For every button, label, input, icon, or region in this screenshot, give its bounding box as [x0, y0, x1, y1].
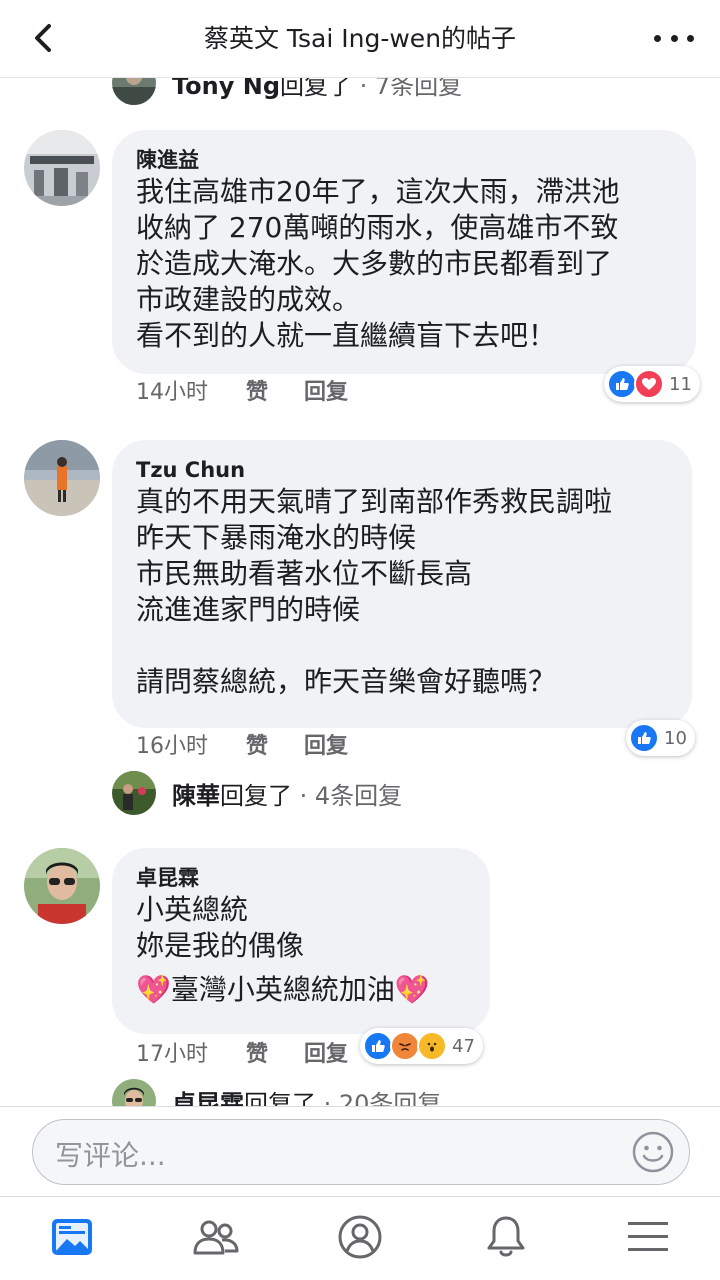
reply-count: · 4条回复 — [292, 781, 403, 810]
comment-author[interactable]: 卓昆霖 — [136, 864, 466, 892]
reaction-count: 11 — [669, 373, 692, 395]
comment-text-line: 小英總統 — [136, 893, 249, 926]
comment-time: 17小时 — [136, 1042, 208, 1067]
reply-author: 陳華 — [172, 781, 220, 810]
like-button[interactable]: 赞 — [246, 378, 304, 408]
more-options-button[interactable] — [654, 26, 694, 50]
reaction-count: 10 — [664, 727, 687, 749]
avatar[interactable] — [112, 1079, 156, 1106]
reply-button[interactable]: 回复 — [304, 378, 348, 408]
more-horizontal-icon — [654, 34, 661, 42]
reply-label: 回复了 — [244, 1089, 316, 1107]
comment-text-line: 收納了 270萬噸的雨水，使高雄市不致 — [136, 211, 619, 244]
comment-bubble[interactable]: Tzu Chun 真的不用天氣晴了到南部作秀救民調啦 昨天下暴雨淹水的時候 市民… — [112, 440, 692, 728]
comment-actions: 14小时 赞 回复 — [136, 378, 348, 408]
reply-summary-text[interactable]: Tony Ng回复了 · 7条回复 — [172, 78, 462, 101]
friends-icon — [193, 1220, 239, 1255]
reply-count: · 20条回复 — [316, 1089, 442, 1107]
comment-text-line: 我住高雄市20年了，這次大雨，滯洪池 — [136, 175, 620, 208]
comment-text-line: 昨天下暴雨淹水的時候 — [136, 521, 417, 554]
comment-bubble[interactable]: 卓昆霖 小英總統 妳是我的偶像 💖臺灣小英總統加油💖 — [112, 848, 490, 1034]
comment-time: 14小时 — [136, 380, 208, 405]
comment-author[interactable]: Tzu Chun — [136, 456, 668, 484]
reply-label: 回复了 — [220, 781, 292, 810]
comment-text-line: 妳是我的偶像 — [136, 929, 305, 962]
reaction-summary[interactable]: 11 — [604, 366, 700, 402]
comment-text-line: 看不到的人就一直繼續盲下去吧！ — [136, 319, 557, 352]
reply-summary[interactable]: 陳華回复了 · 4条回复 — [112, 770, 402, 816]
reply-label: 回复了 — [280, 78, 353, 100]
avatar[interactable] — [112, 78, 156, 105]
like-button[interactable]: 赞 — [246, 1040, 304, 1070]
bottom-navigation — [0, 1196, 720, 1280]
reaction-count: 47 — [452, 1035, 475, 1057]
comment-bubble[interactable]: 陳進益 我住高雄市20年了，這次大雨，滯洪池 收納了 270萬噸的雨水，使高雄市… — [112, 130, 696, 374]
emoji-button[interactable] — [631, 1130, 675, 1174]
nav-notifications[interactable] — [482, 1213, 530, 1261]
notifications-icon — [487, 1216, 525, 1257]
comment-text-line: 市民無助看著水位不斷長高 — [136, 557, 473, 590]
like-reaction-icon — [363, 1031, 393, 1061]
profile-icon — [338, 1215, 382, 1259]
comment-text-line: 流進進家門的時候 — [136, 593, 361, 626]
reply-button[interactable]: 回复 — [304, 1040, 348, 1070]
like-reaction-icon — [607, 369, 637, 399]
comment-placeholder: 写评论... — [55, 1139, 166, 1172]
comment-text-line: 真的不用天氣晴了到南部作秀救民調啦 — [136, 485, 613, 518]
comment-text-line: 於造成大淹水。大多數的市民都看到了 — [136, 247, 613, 280]
comment-text-line: 💖臺灣小英總統加油💖 — [136, 973, 430, 1006]
like-reaction-icon — [629, 723, 659, 753]
angry-reaction-icon — [390, 1031, 420, 1061]
reply-summary[interactable]: 卓昆霖回复了 · 20条回复 — [112, 1078, 441, 1106]
reply-summary-text[interactable]: 陳華回复了 · 4条回复 — [172, 776, 402, 811]
avatar[interactable] — [24, 130, 100, 206]
chevron-left-icon — [35, 24, 51, 52]
reply-count: · 7条回复 — [352, 78, 463, 100]
comment-text-line: 市政建設的成效。 — [136, 283, 361, 316]
reply-button[interactable]: 回复 — [304, 732, 348, 762]
nav-news-feed[interactable] — [48, 1213, 96, 1261]
nav-friends[interactable] — [192, 1213, 240, 1261]
comment-actions: 16小时 赞 回复 — [136, 732, 348, 762]
reaction-summary[interactable]: 47 — [360, 1028, 483, 1064]
comment-composer: 写评论... — [0, 1106, 720, 1196]
like-button[interactable]: 赞 — [246, 732, 304, 762]
more-dot — [687, 34, 694, 42]
more-dot — [670, 34, 678, 42]
menu-icon — [628, 1222, 668, 1251]
nav-menu[interactable] — [624, 1213, 672, 1261]
nav-profile[interactable] — [336, 1213, 384, 1261]
page-title: 蔡英文 Tsai Ing-wen的帖子 — [203, 24, 517, 53]
comment-actions: 17小时 赞 回复 — [136, 1040, 348, 1070]
avatar[interactable] — [24, 440, 100, 516]
comment-time: 16小时 — [136, 734, 208, 759]
wow-reaction-icon — [417, 1031, 447, 1061]
love-reaction-icon — [634, 369, 664, 399]
comment-input[interactable]: 写评论... — [32, 1119, 690, 1185]
comment-text-line — [136, 628, 668, 664]
news-feed-icon — [52, 1219, 92, 1255]
reply-author: Tony Ng — [172, 78, 281, 100]
reply-summary-text[interactable]: 卓昆霖回复了 · 20条回复 — [172, 1084, 441, 1107]
avatar[interactable] — [112, 771, 156, 815]
comment-text-line: 請問蔡總統，昨天音樂會好聽嗎？ — [136, 665, 557, 698]
reply-summary[interactable]: Tony Ng回复了 · 7条回复 — [112, 78, 462, 106]
comment-author[interactable]: 陳進益 — [136, 146, 672, 174]
reply-author: 卓昆霖 — [172, 1089, 244, 1107]
avatar[interactable] — [24, 848, 100, 924]
back-button[interactable] — [24, 18, 64, 58]
reaction-summary[interactable]: 10 — [626, 720, 695, 756]
smiley-icon — [632, 1131, 674, 1173]
comments-list: Tony Ng回复了 · 7条回复 陳進益 我住高雄市20年了，這次大雨，滯洪池… — [0, 78, 720, 1106]
top-bar: 蔡英文 Tsai Ing-wen的帖子 — [0, 0, 720, 78]
